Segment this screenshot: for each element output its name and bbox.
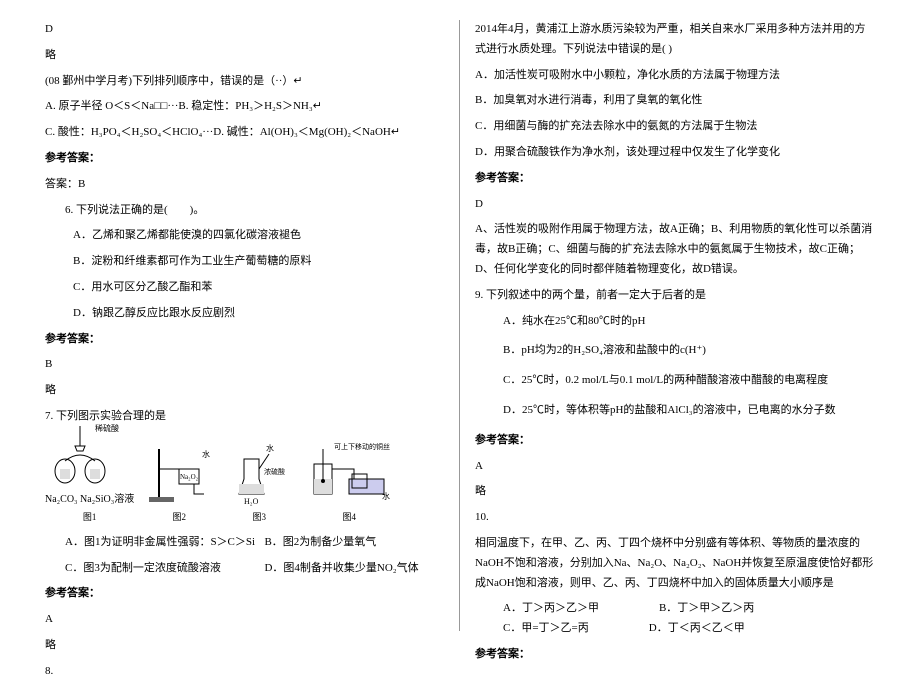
diag1-bottom-label: Na₂CO₃ Na₂SiO₃溶液 — [45, 491, 134, 509]
ref-answer-label-6: 参考答案： — [475, 645, 875, 665]
q10-optd: D．丁＜丙＜乙＜甲 — [649, 619, 745, 639]
q6-stem: 6. 下列说法正确的是( )。 — [45, 201, 444, 221]
diagram-row: 稀硫酸 Na₂CO₃ Na₂SiO₃溶液 图1 Na₂O₂ 水 图2 水 — [45, 435, 444, 525]
q10-optb: B．丁＞甲＞乙＞丙 — [659, 599, 754, 619]
diag2-caption: 图2 — [172, 509, 186, 525]
svg-text:稀硫酸: 稀硫酸 — [95, 423, 119, 433]
q10-num: 10. — [475, 508, 875, 528]
ref-answer-label-2: 参考答案： — [45, 330, 444, 350]
brief-3: 略 — [45, 636, 444, 656]
q5-stem: (08 鄞州中学月考)下列排列顺序中，错误的是（··）↵ — [45, 72, 444, 92]
svg-text:浓硫酸: 浓硫酸 — [264, 467, 285, 476]
q8-optd: D．用聚合硫酸铁作为净水剂，该处理过程中仅发生了化学变化 — [475, 143, 875, 163]
svg-text:H₂O: H₂O — [244, 497, 259, 506]
q6-opta: A．乙烯和聚乙烯都能使溴的四氯化碳溶液褪色 — [45, 226, 444, 246]
q10-stem: 相同温度下，在甲、乙、丙、丁四个烧杯中分别盛有等体积、等物质的量浓度的NaOH不… — [475, 534, 875, 593]
q7-optb: B．图2为制备少量氧气 — [264, 533, 444, 553]
svg-text:Na₂O₂: Na₂O₂ — [180, 473, 199, 481]
q8-optb: B．加臭氧对水进行消毒，利用了臭氧的氧化性 — [475, 91, 875, 111]
answer-a-1: A — [45, 610, 444, 630]
answer-d: D — [45, 20, 444, 40]
q6-optb: B．淀粉和纤维素都可作为工业生产葡萄糖的原料 — [45, 252, 444, 272]
diag3-caption: 图3 — [252, 509, 266, 525]
q7-optc: C．图3为配制一定浓度硫酸溶液 — [45, 559, 264, 579]
ref-answer-label-1: 参考答案： — [45, 149, 444, 169]
answer-b: B — [45, 355, 444, 375]
brief-2: 略 — [45, 381, 444, 401]
q10-opta: A．丁＞丙＞乙＞甲 — [503, 599, 599, 619]
svg-text:可上下移动的铜丝: 可上下移动的铜丝 — [334, 442, 390, 451]
diagram-1: 稀硫酸 Na₂CO₃ Na₂SiO₃溶液 图1 — [45, 421, 134, 525]
q9-optc: C．25℃时，0.2 mol/L与0.1 mol/L的两种醋酸溶液中醋酸的电离程… — [475, 371, 875, 391]
diagram-3: 水 浓硫酸 H₂O 图3 — [224, 439, 294, 525]
q8-optc: C．用细菌与酶的扩充法去除水中的氨氮的方法属于生物法 — [475, 117, 875, 137]
q9-opta: A．纯水在25℃和80℃时的pH — [475, 312, 875, 332]
q8-num: 8. — [45, 662, 444, 682]
answer-d2: D — [475, 195, 875, 215]
diag4-caption: 图4 — [342, 509, 356, 525]
explanation-1: A、活性炭的吸附作用属于物理方法，故A正确；B、利用物质的氧化性可以杀菌消毒，故… — [475, 220, 875, 279]
q7-opta: A．图1为证明非金属性强弱：S＞C＞Si — [45, 533, 264, 553]
answer-b-line: 答案：B — [45, 175, 444, 195]
diag1-caption: 图1 — [83, 509, 97, 525]
brief-4: 略 — [475, 482, 875, 502]
diagram-4: 可上下移动的铜丝 水 图4 — [304, 439, 394, 525]
ref-answer-label-3: 参考答案： — [45, 584, 444, 604]
svg-text:水: 水 — [266, 443, 274, 453]
q7-optd: D．图4制备并收集少量NO₂气体 — [264, 559, 444, 579]
brief-1: 略 — [45, 46, 444, 66]
q6-optc: C．用水可区分乙酸乙酯和苯 — [45, 278, 444, 298]
q10-optc: C．甲=丁＞乙=丙 — [503, 619, 589, 639]
q9-optb: B．pH均为2的H₂SO₄溶液和盐酸中的c(H⁺) — [475, 341, 875, 361]
q5-opta: A. 原子半径 O＜S＜Na□□···B. 稳定性：PH₃＞H₂S＞NH₃↵ — [45, 97, 444, 117]
ref-answer-label-4: 参考答案： — [475, 169, 875, 189]
svg-text:水: 水 — [202, 449, 210, 459]
q9-stem: 9. 下列叙述中的两个量，前者一定大于后者的是 — [475, 286, 875, 306]
q8-opta: A．加活性炭可吸附水中小颗粒，净化水质的方法属于物理方法 — [475, 66, 875, 86]
svg-text:水: 水 — [382, 491, 390, 501]
q6-optd: D．钠跟乙醇反应比跟水反应剧烈 — [45, 304, 444, 324]
q8-stem: 2014年4月，黄浦江上游水质污染较为严重，相关自来水厂采用多种方法并用的方式进… — [475, 20, 875, 60]
ref-answer-label-5: 参考答案： — [475, 431, 875, 451]
answer-a-2: A — [475, 457, 875, 477]
diagram-2: Na₂O₂ 水 图2 — [144, 439, 214, 525]
q5-optc: C. 酸性：H₃PO₄＜H₂SO₄＜HClO₄···D. 碱性：Al(OH)₃＜… — [45, 123, 444, 143]
q9-optd: D．25℃时，等体积等pH的盐酸和AlCl₃的溶液中，已电离的水分子数 — [475, 401, 875, 421]
